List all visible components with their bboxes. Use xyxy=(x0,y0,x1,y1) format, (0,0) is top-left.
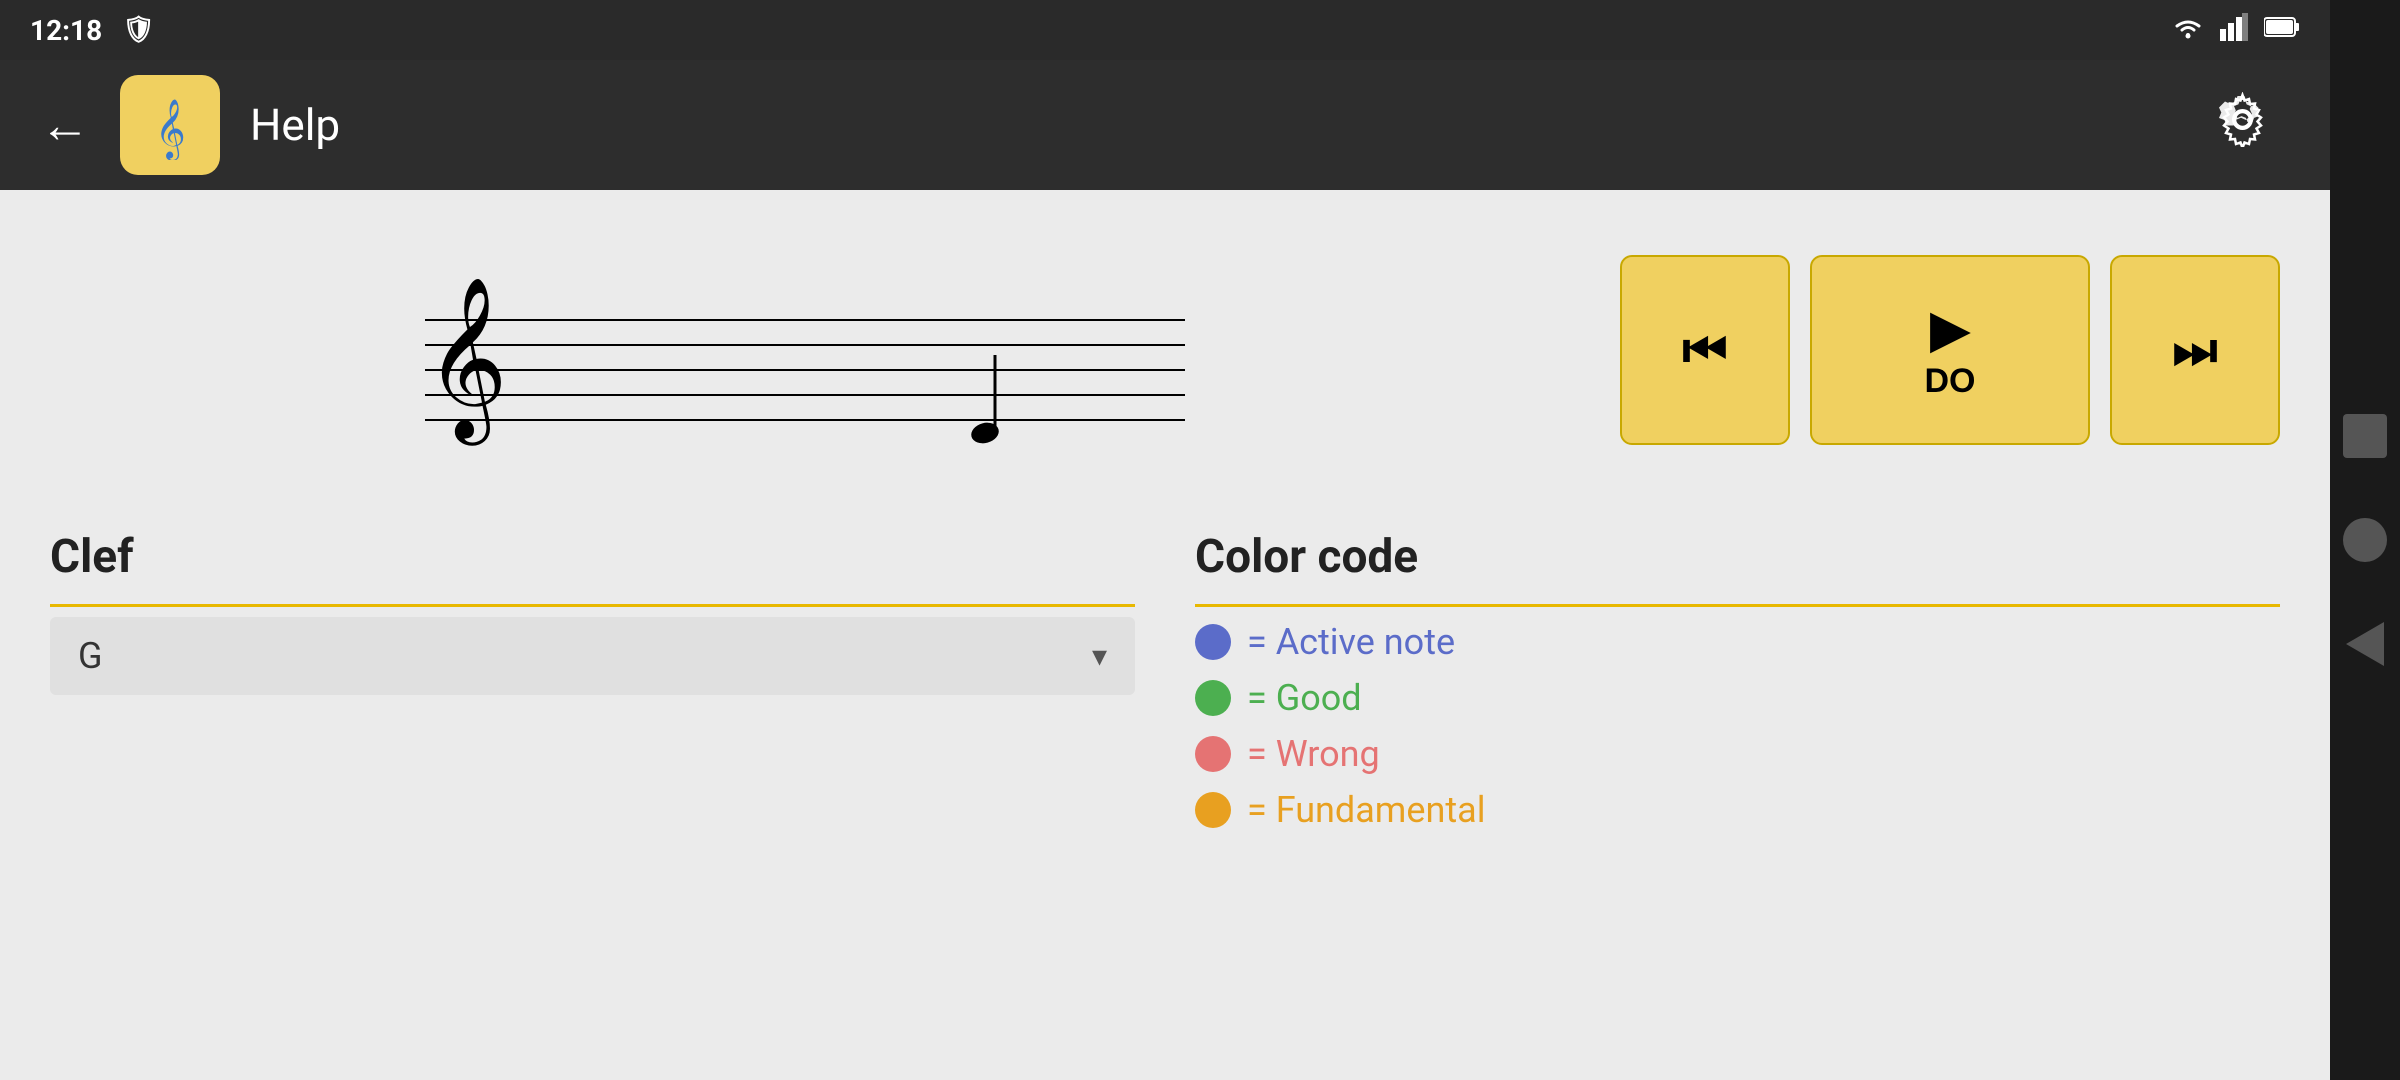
color-code-title: Color code xyxy=(1195,530,2280,584)
staff-svg: 𝄞 xyxy=(325,240,1285,460)
status-left: 12:18 🛡 xyxy=(30,14,155,47)
shield-icon: 🛡 xyxy=(122,15,155,45)
color-item-label: = Good xyxy=(1247,677,1362,719)
color-item: = Fundamental xyxy=(1195,789,2280,831)
play-button[interactable]: ▶ DO xyxy=(1810,255,2090,445)
control-buttons: ⏮ ▶ DO ⏭ xyxy=(1620,220,2280,480)
app-container: 12:18 🛡 xyxy=(0,0,2330,1080)
app-icon: 𝄞 xyxy=(120,75,220,175)
settings-button[interactable] xyxy=(2215,92,2270,159)
toolbar: ← 𝄞 Help xyxy=(0,60,2330,190)
prev-icon: ⏮ xyxy=(1683,321,1728,380)
top-section: 𝄞 ⏮ ▶ DO ⏭ xyxy=(50,220,2280,480)
battery-icon xyxy=(2264,16,2300,44)
content: 𝄞 ⏮ ▶ DO ⏭ xyxy=(0,190,2330,1080)
chevron-down-icon: ▾ xyxy=(1092,639,1107,674)
play-label: DO xyxy=(1925,362,1976,401)
clef-title: Clef xyxy=(50,530,1135,584)
color-item: = Active note xyxy=(1195,621,2280,663)
next-icon: ⏭ xyxy=(2173,321,2218,380)
color-item-label: = Wrong xyxy=(1247,733,1380,775)
bottom-section: Clef G ▾ Color code = Active note= Good=… xyxy=(50,530,2280,831)
color-dot xyxy=(1195,680,1231,716)
color-item: = Wrong xyxy=(1195,733,2280,775)
color-code-section: Color code = Active note = Good = Wrong = F… xyxy=(1195,530,2280,831)
svg-text:𝄞: 𝄞 xyxy=(155,99,186,160)
color-dot xyxy=(1195,792,1231,828)
color-dot xyxy=(1195,736,1231,772)
side-panel xyxy=(2330,0,2400,1080)
color-item-label: = Fundamental xyxy=(1247,789,1485,831)
clef-value: G xyxy=(78,635,103,677)
time-display: 12:18 xyxy=(30,14,102,47)
color-dot xyxy=(1195,624,1231,660)
staff-area: 𝄞 xyxy=(50,220,1560,480)
color-item: = Good xyxy=(1195,677,2280,719)
next-button[interactable]: ⏭ xyxy=(2110,255,2280,445)
prev-button[interactable]: ⏮ xyxy=(1620,255,1790,445)
color-code-divider xyxy=(1195,604,2280,607)
signal-icon xyxy=(2220,13,2248,47)
back-button[interactable]: ← xyxy=(30,86,100,164)
color-item-label: = Active note xyxy=(1247,621,1455,663)
toolbar-title: Help xyxy=(250,99,2195,151)
wifi-icon xyxy=(2172,13,2204,47)
side-back-button[interactable] xyxy=(2346,622,2384,666)
side-circle-button[interactable] xyxy=(2343,518,2387,562)
clef-section: Clef G ▾ xyxy=(50,530,1135,831)
clef-divider xyxy=(50,604,1135,607)
clef-dropdown[interactable]: G ▾ xyxy=(50,617,1135,695)
buttons-row: ⏮ ▶ DO ⏭ xyxy=(1620,255,2280,445)
side-square-button[interactable] xyxy=(2343,414,2387,458)
play-icon: ▶ xyxy=(1931,300,1969,358)
status-right xyxy=(2172,13,2300,47)
color-items-list: = Active note = Good = Wrong = Fundamental xyxy=(1195,621,2280,831)
status-bar: 12:18 🛡 xyxy=(0,0,2330,60)
svg-text:𝄞: 𝄞 xyxy=(425,279,508,446)
